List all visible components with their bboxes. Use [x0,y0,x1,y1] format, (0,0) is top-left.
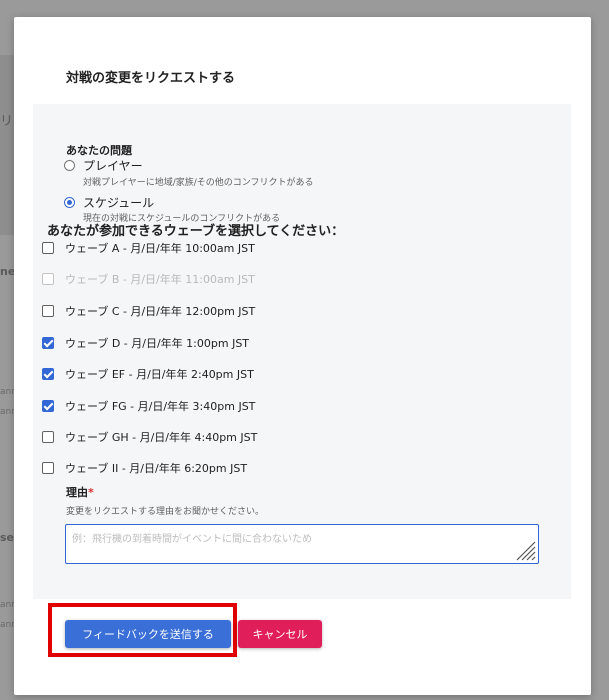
reason-field[interactable] [65,524,539,564]
reason-textarea[interactable] [66,525,538,563]
radio-player-label: プレイヤー [83,159,143,173]
wave-checkbox[interactable] [42,337,54,349]
wave-checkbox [42,273,54,285]
background-panel [0,55,14,235]
wave-label: ウェーブ EF - 月/日/年年 2:40pm JST [65,368,254,381]
waves-heading: あなたが参加できるウェーブを選択してください： [47,224,345,239]
radio-player-button[interactable] [64,160,75,171]
wave-checkbox[interactable] [42,462,54,474]
wave-label: ウェーブ FG - 月/日/年年 3:40pm JST [65,400,256,413]
wave-label: ウェーブ B - 月/日/年年 11:00am JST [65,273,255,286]
wave-checkbox[interactable] [42,400,54,412]
submit-feedback-button[interactable]: フィードバックを送信する [65,620,231,648]
wave-option[interactable]: ウェーブ GH - 月/日/年年 4:40pm JST [42,429,257,445]
radio-player-help: 対戦プレイヤーに地域/家族/その他のコンフリクトがある [83,178,314,188]
wave-label: ウェーブ D - 月/日/年年 1:00pm JST [65,337,250,350]
background-text: ne [0,265,16,278]
reason-label: 理由* [66,484,94,500]
wave-option: ウェーブ B - 月/日/年年 11:00am JST [42,271,255,287]
wave-option[interactable]: ウェーブ II - 月/日/年年 6:20pm JST [42,460,247,476]
background-text: リ [0,114,14,129]
wave-option[interactable]: ウェーブ EF - 月/日/年年 2:40pm JST [42,366,254,382]
wave-option[interactable]: ウェーブ FG - 月/日/年年 3:40pm JST [42,398,255,414]
reason-help: 変更をリクエストする理由をお聞かせください。 [66,507,265,517]
cancel-button[interactable]: キャンセル [238,620,322,648]
wave-label: ウェーブ A - 月/日/年年 10:00am JST [65,242,255,255]
change-request-dialog: 対戦の変更をリクエストする あなたの問題 プレイヤー 対戦プレイヤーに地域/家族… [14,17,591,695]
wave-checkbox[interactable] [42,242,54,254]
wave-checkbox[interactable] [42,368,54,380]
required-mark: * [88,486,94,499]
wave-label: ウェーブ GH - 月/日/年年 4:40pm JST [65,431,258,444]
wave-label: ウェーブ II - 月/日/年年 6:20pm JST [65,462,248,475]
wave-checkbox[interactable] [42,305,54,317]
radio-schedule-button[interactable] [64,197,75,208]
wave-option[interactable]: ウェーブ C - 月/日/年年 12:00pm JST [42,303,255,319]
reason-label-text: 理由 [66,486,88,499]
radio-schedule-label: スケジュール [83,196,155,210]
wave-checkbox[interactable] [42,431,54,443]
wave-option[interactable]: ウェーブ D - 月/日/年年 1:00pm JST [42,335,249,351]
radio-player[interactable]: プレイヤー [64,157,143,174]
resize-handle-icon[interactable] [514,539,536,561]
radio-schedule[interactable]: スケジュール [64,194,154,211]
wave-label: ウェーブ C - 月/日/年年 12:00pm JST [65,305,256,318]
issue-label: あなたの問題 [66,144,132,157]
wave-option[interactable]: ウェーブ A - 月/日/年年 10:00am JST [42,240,255,256]
dialog-title: 対戦の変更をリクエストする [66,71,236,86]
